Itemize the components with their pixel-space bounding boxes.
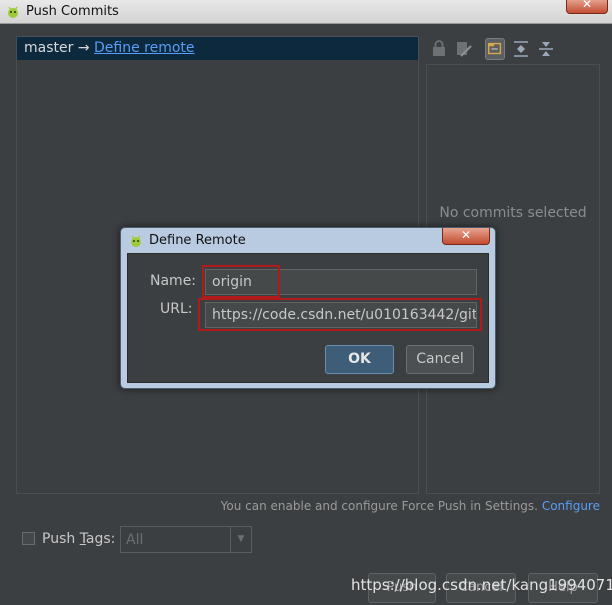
force-push-text: You can enable and configure Force Push … bbox=[220, 499, 538, 513]
branch-name: master bbox=[24, 40, 74, 56]
collapse-all-icon[interactable] bbox=[536, 38, 556, 60]
close-icon: ✕ bbox=[581, 0, 593, 11]
android-icon bbox=[8, 6, 18, 18]
ok-button[interactable]: OK bbox=[325, 345, 394, 374]
push-tags-checkbox[interactable] bbox=[22, 532, 35, 545]
define-remote-link[interactable]: Define remote bbox=[94, 40, 195, 56]
push-tags-select[interactable]: All ▼ bbox=[120, 526, 252, 553]
push-tags-label-pre: Push bbox=[42, 531, 80, 547]
branch-row[interactable]: master → Define remote bbox=[17, 37, 418, 60]
window-title: Push Commits bbox=[26, 4, 119, 19]
branch-arrow: → bbox=[77, 40, 90, 56]
define-remote-dialog: Define Remote ✕ Name: origin URL: https:… bbox=[120, 227, 496, 389]
watermark-text: https://blog.csdn.net/kang19940713 bbox=[351, 576, 612, 594]
android-icon bbox=[131, 235, 141, 247]
dialog-title: Define Remote bbox=[149, 233, 246, 248]
dialog-cancel-button[interactable]: Cancel bbox=[406, 345, 474, 374]
name-highlight-box bbox=[202, 265, 280, 298]
dialog-close-button[interactable]: ✕ bbox=[442, 228, 490, 245]
push-tags-selected: All bbox=[126, 532, 144, 548]
group-icon[interactable] bbox=[485, 38, 505, 60]
force-push-info: You can enable and configure Force Push … bbox=[221, 499, 600, 513]
empty-state-text: No commits selected bbox=[439, 205, 587, 221]
edit-icon[interactable] bbox=[454, 38, 474, 60]
expand-all-icon[interactable] bbox=[511, 38, 531, 60]
branch-label: master → Define remote bbox=[24, 40, 195, 56]
dialog-body: Name: origin URL: https://code.csdn.net/… bbox=[127, 253, 489, 383]
push-tags-label: Push Tags: bbox=[42, 531, 115, 547]
close-icon: ✕ bbox=[460, 228, 472, 242]
url-label: URL: bbox=[160, 301, 193, 317]
push-tags-label-post: ags: bbox=[85, 531, 116, 547]
lock-icon[interactable] bbox=[429, 38, 449, 60]
configure-link[interactable]: Configure bbox=[542, 499, 600, 513]
window-close-button[interactable]: ✕ bbox=[566, 0, 608, 14]
url-highlight-box bbox=[198, 298, 482, 331]
name-label: Name: bbox=[150, 273, 197, 289]
window-titlebar: Push Commits ✕ bbox=[0, 0, 612, 24]
dropdown-arrow-icon: ▼ bbox=[230, 527, 251, 552]
